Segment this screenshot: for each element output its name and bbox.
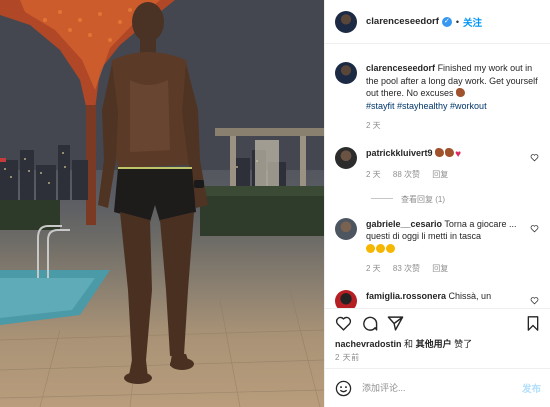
commenter-avatar[interactable] (335, 146, 357, 169)
caption-body: clarenceseedorf Finished my work out in … (366, 62, 541, 133)
comment-body: gabriele__cesario Torna a giocare ... qu… (366, 218, 541, 276)
view-replies-label: 查看回复 (1) (401, 194, 445, 204)
rooftop-pool-scene (0, 0, 324, 407)
comment-item: patrickkluivert9 ♥ 2 天 88 次赞 回复 (335, 146, 541, 182)
comments-list[interactable]: clarenceseedorf Finished my work out in … (325, 45, 550, 308)
flexed-biceps-icon (456, 88, 466, 97)
likes-connector: 和 (404, 339, 414, 349)
caption-time[interactable]: 2 天 (366, 121, 381, 130)
comment-like-heart-icon[interactable] (530, 224, 539, 233)
likes-suffix: 赞了 (454, 339, 473, 349)
commenter-avatar[interactable] (335, 217, 357, 240)
comment-item: gabriele__cesario Torna a giocare ... qu… (335, 217, 541, 276)
post-action-bar (325, 308, 550, 338)
verified-badge-icon: ✓ (441, 16, 452, 27)
follow-button[interactable]: 关注 (463, 15, 482, 29)
reply-button[interactable]: 回复 (432, 264, 448, 273)
heart-outline-icon[interactable] (335, 315, 352, 332)
smiley-icon[interactable] (335, 380, 352, 397)
comment-time[interactable]: 2 天 (366, 170, 381, 179)
bookmark-icon[interactable] (525, 315, 541, 332)
caption-username[interactable]: clarenceseedorf (366, 63, 435, 73)
comment-likes[interactable]: 88 次赞 (393, 170, 420, 179)
author-avatar[interactable] (335, 10, 357, 33)
instagram-post-modal: clarenceseedorf ✓ • 关注 clarenceseedorf F… (0, 0, 550, 407)
red-heart-emoji-icon: ♥ (455, 148, 461, 160)
comment-body: patrickkluivert9 ♥ 2 天 88 次赞 回复 (366, 147, 541, 182)
laughing-emoji-icon (376, 243, 385, 253)
caption: clarenceseedorf Finished my work out in … (335, 62, 541, 133)
comment-meta: 2 天 83 次赞 回复 (366, 263, 541, 276)
biceps-emoji-icon (435, 147, 445, 157)
laughing-emoji-icon (366, 243, 375, 253)
biceps-emoji-icon (445, 147, 455, 157)
comment-item: famiglia.rossonera Chissà, un (335, 289, 541, 309)
header-separator: • (455, 16, 460, 27)
comment-time[interactable]: 2 天 (366, 264, 381, 273)
author-username[interactable]: clarenceseedorf (366, 16, 439, 27)
post-header: clarenceseedorf ✓ • 关注 (325, 0, 550, 44)
caption-meta: 2 天 (366, 120, 541, 133)
liker-username[interactable]: nachevradostin (335, 339, 402, 349)
view-replies-button[interactable]: 查看回复 (1) (371, 194, 541, 205)
comment-like-heart-icon[interactable] (530, 296, 539, 305)
comment-input[interactable] (362, 383, 522, 393)
likes-summary: nachevradostin 和 其他用户 赞了 (335, 337, 472, 350)
comment-bubble-icon[interactable] (361, 315, 378, 332)
commenter-username[interactable]: patrickkluivert9 (366, 148, 433, 158)
replies-line (371, 197, 393, 199)
commenter-avatar[interactable] (335, 289, 357, 308)
post-side-panel: clarenceseedorf ✓ • 关注 clarenceseedorf F… (324, 0, 550, 407)
caption-hashtags[interactable]: #stayfit #stayhealthy #workout (366, 101, 487, 111)
caption-avatar[interactable] (335, 62, 357, 84)
comment-body: famiglia.rossonera Chissà, un (366, 290, 541, 309)
comment-text: Chissà, un (448, 290, 492, 301)
paper-plane-icon[interactable] (387, 315, 404, 332)
comment-likes[interactable]: 83 次赞 (393, 264, 420, 273)
reply-button[interactable]: 回复 (432, 170, 448, 179)
likes-others-link[interactable]: 其他用户 (416, 339, 452, 349)
commenter-username[interactable]: gabriele__cesario (366, 219, 442, 229)
post-comment-button[interactable]: 发布 (522, 381, 541, 395)
comment-meta: 2 天 88 次赞 回复 (366, 169, 541, 182)
comment-composer: 发布 (325, 368, 550, 407)
post-timestamp[interactable]: 2 天前 (335, 352, 360, 363)
commenter-username[interactable]: famiglia.rossonera (366, 291, 446, 301)
comment-like-heart-icon[interactable] (530, 153, 539, 162)
post-photo[interactable] (0, 0, 324, 407)
laughing-emoji-icon (386, 243, 395, 253)
